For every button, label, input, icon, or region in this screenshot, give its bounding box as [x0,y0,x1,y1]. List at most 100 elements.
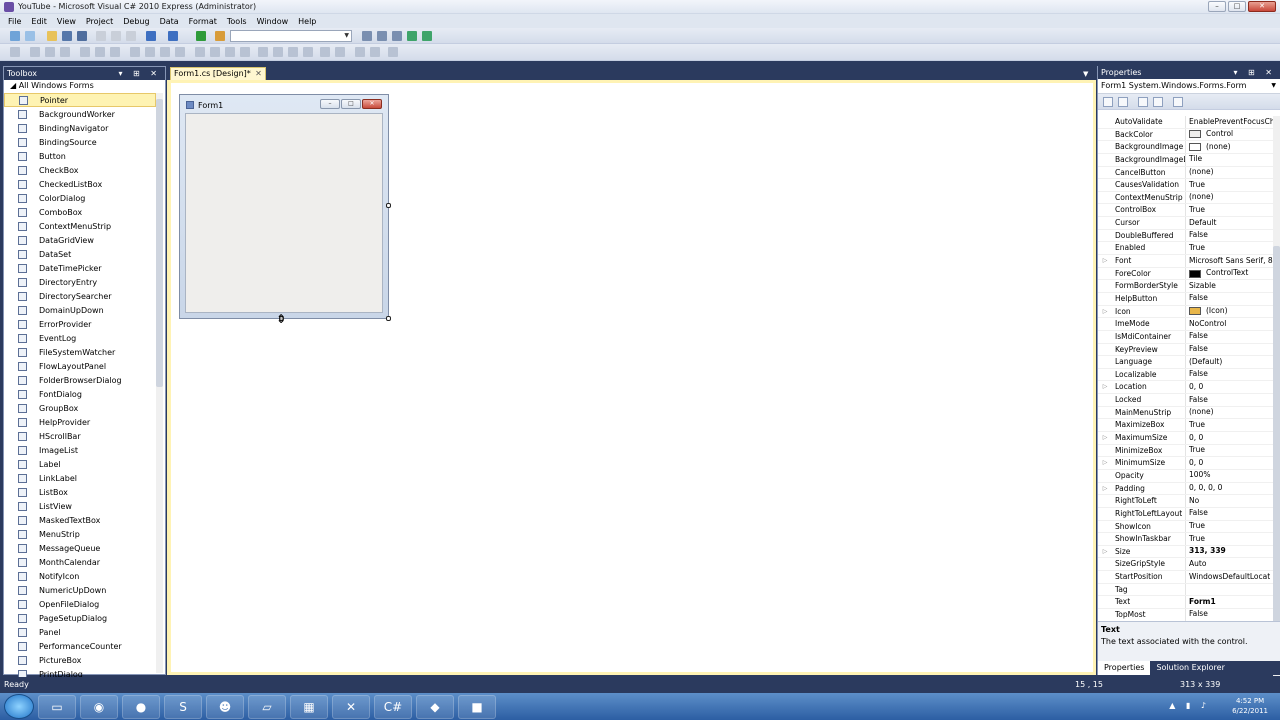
close-button[interactable]: ✕ [1248,1,1276,12]
property-row[interactable]: ForeColor ControlText [1098,267,1273,281]
align-to-grid-icon[interactable] [10,47,20,57]
property-value[interactable]: 0, 0 [1186,432,1273,444]
expand-icon[interactable]: ▷ [1098,381,1112,393]
menu-data[interactable]: Data [155,17,184,26]
align-rights-icon[interactable] [60,47,70,57]
tab-form1-design[interactable]: Form1.cs [Design]* ✕ [170,67,266,80]
property-row[interactable]: Cursor Default [1098,217,1273,230]
property-row[interactable]: Language (Default) [1098,356,1273,369]
property-value[interactable]: 313, 339 [1186,546,1273,558]
property-value[interactable]: False [1186,369,1273,381]
menu-format[interactable]: Format [184,17,222,26]
toolbox-item[interactable]: HelpProvider [4,415,156,429]
properties-window-icon[interactable] [377,31,387,41]
property-row[interactable]: RightToLeft No [1098,495,1273,508]
runner-app-icon[interactable]: ☻ [206,694,244,719]
property-value[interactable]: False [1186,230,1273,242]
save-all-icon[interactable] [77,31,87,41]
property-value[interactable]: EnablePreventFocusCh [1186,116,1273,128]
menu-tools[interactable]: Tools [222,17,252,26]
property-value[interactable]: False [1186,508,1273,520]
bring-to-front-icon[interactable] [355,47,365,57]
toolbox-item[interactable]: Panel [4,625,156,639]
minimize-button[interactable]: – [1208,1,1226,12]
toolbox-item[interactable]: PictureBox [4,653,156,667]
resize-handle-right[interactable] [386,203,391,208]
property-value[interactable]: True [1186,204,1273,216]
start-debugging-icon[interactable] [196,31,206,41]
align-middles-icon[interactable] [95,47,105,57]
property-row[interactable]: BackColor Control [1098,128,1273,142]
toolbox-item[interactable]: ColorDialog [4,191,156,205]
property-row[interactable]: ▷ Icon (Icon) [1098,305,1273,319]
expand-icon[interactable]: ▷ [1098,432,1112,444]
property-value[interactable]: True [1186,445,1273,457]
property-row[interactable]: DoubleBuffered False [1098,229,1273,243]
toolbox-item[interactable]: GroupBox [4,401,156,415]
property-value[interactable]: NoControl [1186,318,1273,330]
property-row[interactable]: KeyPreview False [1098,343,1273,357]
close-tab-icon[interactable]: ✕ [255,68,262,80]
property-row[interactable]: ▷ Location 0, 0 [1098,381,1273,395]
property-row[interactable]: CausesValidation True [1098,179,1273,192]
object-browser-icon[interactable] [392,31,402,41]
property-pages-icon[interactable] [1173,97,1183,107]
start-page-icon[interactable] [422,31,432,41]
expand-icon[interactable]: ▷ [1098,483,1112,495]
active-files-dropdown-icon[interactable]: ▼ [1083,70,1088,78]
property-row[interactable]: ShowInTaskbar True [1098,533,1273,546]
center-horizontally-icon[interactable] [320,47,330,57]
property-value[interactable]: (none) [1186,141,1273,153]
property-row[interactable]: Localizable False [1098,368,1273,382]
property-row[interactable]: RightToLeftLayout False [1098,507,1273,521]
align-lefts-icon[interactable] [30,47,40,57]
toolbox-item[interactable]: MessageQueue [4,541,156,555]
property-value[interactable]: False [1186,609,1273,621]
start-button[interactable] [4,694,34,719]
maximize-button[interactable]: □ [1228,1,1246,12]
property-row[interactable]: Locked False [1098,394,1273,407]
explorer-icon[interactable]: ▭ [38,694,76,719]
menu-view[interactable]: View [52,17,81,26]
menu-file[interactable]: File [3,17,26,26]
property-value[interactable]: False [1186,394,1273,406]
toolbox-item[interactable]: FileSystemWatcher [4,345,156,359]
property-value[interactable]: 0, 0, 0, 0 [1186,483,1273,495]
toolbox-item[interactable]: ErrorProvider [4,317,156,331]
toolbox-item[interactable]: Pointer [4,93,156,107]
property-row[interactable]: ▷ MaximumSize 0, 0 [1098,432,1273,445]
property-row[interactable]: Opacity 100% [1098,469,1273,483]
toolbox-item[interactable]: DataGridView [4,233,156,247]
form-client-area[interactable] [185,113,383,313]
property-value[interactable]: 0, 0 [1186,381,1273,393]
property-value[interactable]: True [1186,521,1273,533]
property-value[interactable]: 100% [1186,470,1273,482]
system-tray-icons[interactable]: ▲ ▮ ♪ [1169,701,1210,710]
remove-h-spacing-icon[interactable] [240,47,250,57]
properties-view-icon[interactable] [1138,97,1148,107]
increase-h-spacing-icon[interactable] [210,47,220,57]
tab-order-icon[interactable] [388,47,398,57]
property-value[interactable]: Control [1186,129,1273,141]
decrease-v-spacing-icon[interactable] [288,47,298,57]
horizontal-spacing-icon[interactable] [195,47,205,57]
fruit-app-icon[interactable]: ● [122,694,160,719]
tablet-app-icon[interactable]: ▱ [248,694,286,719]
undo-icon[interactable] [146,31,156,41]
property-row[interactable]: ImeMode NoControl [1098,318,1273,331]
property-value[interactable]: (none) [1186,407,1273,419]
align-centers-icon[interactable] [45,47,55,57]
panel-controls[interactable]: ▾ ⊞ ✕ [1233,66,1276,79]
property-row[interactable]: Text Form1 [1098,596,1273,609]
property-row[interactable]: ControlBox True [1098,204,1273,218]
property-row[interactable]: MinimizeBox True [1098,444,1273,458]
property-row[interactable]: FormBorderStyle Sizable [1098,280,1273,293]
find-icon[interactable] [215,31,225,41]
toolbox-item[interactable]: LinkLabel [4,471,156,485]
green-app-icon[interactable]: ◆ [416,694,454,719]
increase-v-spacing-icon[interactable] [273,47,283,57]
expand-icon[interactable]: ▷ [1098,255,1112,267]
toolbox-item[interactable]: PageSetupDialog [4,611,156,625]
tab-solution-explorer[interactable]: Solution Explorer [1150,661,1230,675]
clock[interactable]: 4:52 PM 6/22/2011 [1232,696,1268,716]
